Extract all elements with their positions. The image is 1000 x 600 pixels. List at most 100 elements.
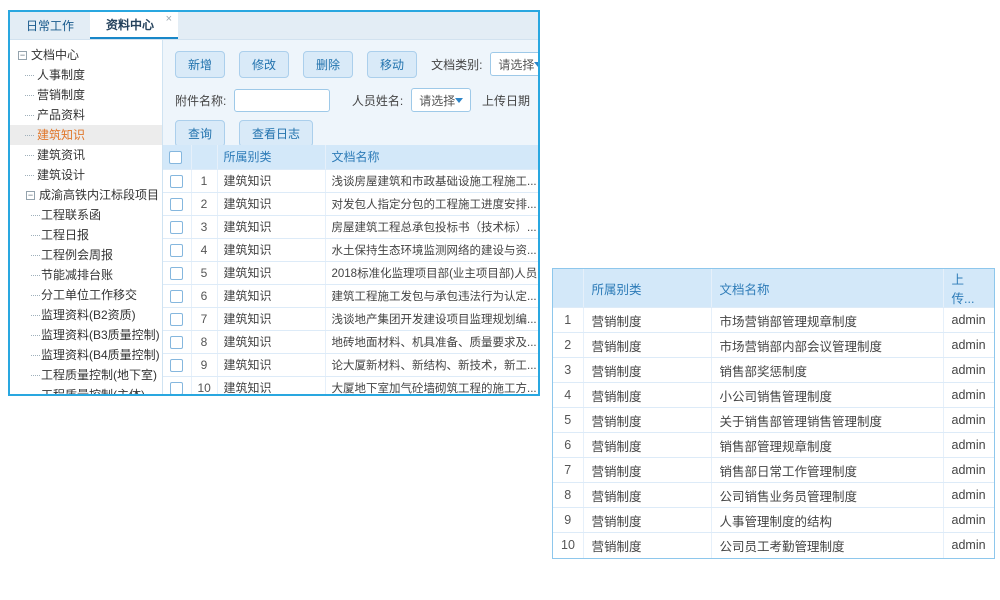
tree-item-supervision-b4[interactable]: 监理资料(B4质量控制) — [10, 345, 162, 365]
row-checkbox[interactable] — [170, 290, 183, 303]
tree-item-railway-project[interactable]: −成渝高铁内江标段项目 — [10, 185, 162, 205]
row-checkbox[interactable] — [170, 382, 183, 394]
document-center-window: 日常工作 资料中心 × −文档中心 人事制度 营销制度 产品资料 建筑知识 建筑… — [8, 10, 540, 396]
document-list-panel: 新增 修改 删除 移动 文档类别: 请选择 文档名称: 附件名称: 人员姓名: — [163, 40, 538, 394]
tree-item-supervision-b3[interactable]: 监理资料(B3质量控制) — [10, 325, 162, 345]
tree-label: 监理资料(B3质量控制) — [41, 328, 160, 342]
row-checkbox[interactable] — [170, 198, 183, 211]
tree-item-construction-design[interactable]: 建筑设计 — [10, 165, 162, 185]
select-all-checkbox[interactable] — [169, 151, 182, 164]
tree-label: 监理资料(B4质量控制) — [41, 348, 160, 362]
tree-label: 工程质量控制(地下室) — [41, 368, 157, 382]
tree-label: 建筑知识 — [37, 128, 85, 142]
table-row[interactable]: 10营销制度公司员工考勤管理制度admin — [553, 533, 994, 558]
tree-item-project-letters[interactable]: 工程联系函 — [10, 205, 162, 225]
person-name-value: 请选择 — [419, 92, 455, 109]
tree-label: 人事制度 — [37, 68, 85, 82]
tree-label: 营销制度 — [37, 88, 85, 102]
table-row[interactable]: 2营销制度市场营销部内部会议管理制度admin — [553, 333, 994, 358]
tree-item-daily-report[interactable]: 工程日报 — [10, 225, 162, 245]
table-row[interactable]: 3建筑知识房屋建筑工程总承包投标书（技术标）... — [163, 215, 538, 238]
table-row[interactable]: 10建筑知识大厦地下室加气砼墙砌筑工程的施工方... — [163, 376, 538, 394]
tree-label: 工程日报 — [41, 228, 89, 242]
tree-label: 工程质量控制(主体) — [41, 388, 145, 394]
query-button[interactable]: 查询 — [175, 120, 225, 147]
table-row[interactable]: 9营销制度人事管理制度的结构admin — [553, 508, 994, 533]
add-button[interactable]: 新增 — [175, 51, 225, 78]
row-checkbox[interactable] — [170, 313, 183, 326]
category-column-header: 所属别类 — [583, 269, 711, 308]
tree-label: 节能减排台账 — [41, 268, 113, 282]
tree-item-hr-policy[interactable]: 人事制度 — [10, 65, 162, 85]
chevron-down-icon — [455, 98, 463, 103]
tab-data-center-label: 资料中心 — [106, 16, 154, 33]
doc-category-label: 文档类别: — [431, 56, 482, 73]
toolbar-row: 新增 修改 删除 移动 文档类别: 请选择 文档名称: — [163, 52, 538, 76]
row-checkbox[interactable] — [170, 244, 183, 257]
row-checkbox[interactable] — [170, 359, 183, 372]
move-button[interactable]: 移动 — [367, 51, 417, 78]
tree-item-quality-basement[interactable]: 工程质量控制(地下室) — [10, 365, 162, 385]
tree-label: 成渝高铁内江标段项目 — [39, 188, 159, 202]
tree-label: 监理资料(B2资质) — [41, 308, 136, 322]
table-row[interactable]: 8建筑知识地砖地面材料、机具准备、质量要求及... — [163, 330, 538, 353]
tree-label: 分工单位工作移交 — [41, 288, 137, 302]
tab-daily-work[interactable]: 日常工作 — [10, 12, 90, 39]
row-checkbox[interactable] — [170, 267, 183, 280]
index-column-header — [191, 145, 217, 169]
row-checkbox[interactable] — [170, 175, 183, 188]
tab-daily-work-label: 日常工作 — [26, 17, 74, 34]
tree-item-product-info[interactable]: 产品资料 — [10, 105, 162, 125]
tab-data-center[interactable]: 资料中心 × — [90, 12, 178, 39]
table-row[interactable]: 2建筑知识对发包人指定分包的工程施工进度安排... — [163, 192, 538, 215]
table-row[interactable]: 3营销制度销售部奖惩制度admin — [553, 358, 994, 383]
tree-label: 工程联系函 — [41, 208, 101, 222]
tab-bar: 日常工作 资料中心 × — [10, 12, 538, 40]
table-row[interactable]: 5建筑知识2018标准化监理项目部(业主项目部)人员... — [163, 261, 538, 284]
tree-label: 建筑资讯 — [37, 148, 85, 162]
tree-item-weekly-report[interactable]: 工程例会周报 — [10, 245, 162, 265]
collapse-icon[interactable]: − — [18, 51, 27, 60]
tree-item-work-transfer[interactable]: 分工单位工作移交 — [10, 285, 162, 305]
table-row[interactable]: 6营销制度销售部管理规章制度admin — [553, 433, 994, 458]
window-body: −文档中心 人事制度 营销制度 产品资料 建筑知识 建筑资讯 建筑设计 −成渝高… — [10, 40, 538, 394]
table-row[interactable]: 9建筑知识论大厦新材料、新结构、新技术，新工... — [163, 353, 538, 376]
doc-category-value: 请选择 — [498, 56, 534, 73]
person-name-select[interactable]: 请选择 — [411, 88, 471, 112]
collapse-icon[interactable]: − — [26, 191, 35, 200]
table-header-row: 所属别类 文档名称 上传... — [553, 269, 994, 308]
edit-button[interactable]: 修改 — [239, 51, 289, 78]
person-name-label: 人员姓名: — [352, 92, 403, 109]
table-row[interactable]: 4营销制度小公司销售管理制度admin — [553, 383, 994, 408]
row-checkbox[interactable] — [170, 336, 183, 349]
view-log-button[interactable]: 查看日志 — [239, 120, 313, 147]
marketing-docs-table: 所属别类 文档名称 上传... 1营销制度市场营销部管理规章制度admin 2营… — [553, 269, 994, 558]
delete-button[interactable]: 删除 — [303, 51, 353, 78]
table-header-row: 所属别类 文档名称 — [163, 145, 538, 169]
upload-date-label: 上传日期 — [482, 92, 530, 109]
chevron-down-icon — [534, 62, 538, 67]
tree-item-marketing-policy[interactable]: 营销制度 — [10, 85, 162, 105]
tree-item-document-center[interactable]: −文档中心 — [10, 45, 162, 65]
tree-item-construction-knowledge[interactable]: 建筑知识 — [10, 125, 162, 145]
table-row[interactable]: 7建筑知识浅谈地产集团开发建设项目监理规划编... — [163, 307, 538, 330]
document-table-container: 所属别类 文档名称 1建筑知识浅谈房屋建筑和市政基础设施工程施工... 2建筑知… — [163, 145, 538, 394]
tree-item-energy-ledger[interactable]: 节能减排台账 — [10, 265, 162, 285]
attachment-name-input[interactable] — [234, 89, 330, 112]
doc-category-select[interactable]: 请选择 — [490, 52, 538, 76]
tree-item-construction-news[interactable]: 建筑资讯 — [10, 145, 162, 165]
table-row[interactable]: 1营销制度市场营销部管理规章制度admin — [553, 308, 994, 333]
table-row[interactable]: 8营销制度公司销售业务员管理制度admin — [553, 483, 994, 508]
table-row[interactable]: 1建筑知识浅谈房屋建筑和市政基础设施工程施工... — [163, 169, 538, 192]
table-row[interactable]: 4建筑知识水土保持生态环境监测网络的建设与资... — [163, 238, 538, 261]
marketing-docs-table-container: 所属别类 文档名称 上传... 1营销制度市场营销部管理规章制度admin 2营… — [552, 268, 995, 559]
table-row[interactable]: 7营销制度销售部日常工作管理制度admin — [553, 458, 994, 483]
index-column-header — [553, 269, 583, 308]
table-row[interactable]: 5营销制度关于销售部管理销售管理制度admin — [553, 408, 994, 433]
tree-label: 建筑设计 — [37, 168, 85, 182]
tree-item-quality-main[interactable]: 工程质量控制(主体) — [10, 385, 162, 394]
table-row[interactable]: 6建筑知识建筑工程施工发包与承包违法行为认定... — [163, 284, 538, 307]
tree-item-supervision-b2[interactable]: 监理资料(B2资质) — [10, 305, 162, 325]
row-checkbox[interactable] — [170, 221, 183, 234]
tab-close-icon[interactable]: × — [166, 13, 172, 25]
